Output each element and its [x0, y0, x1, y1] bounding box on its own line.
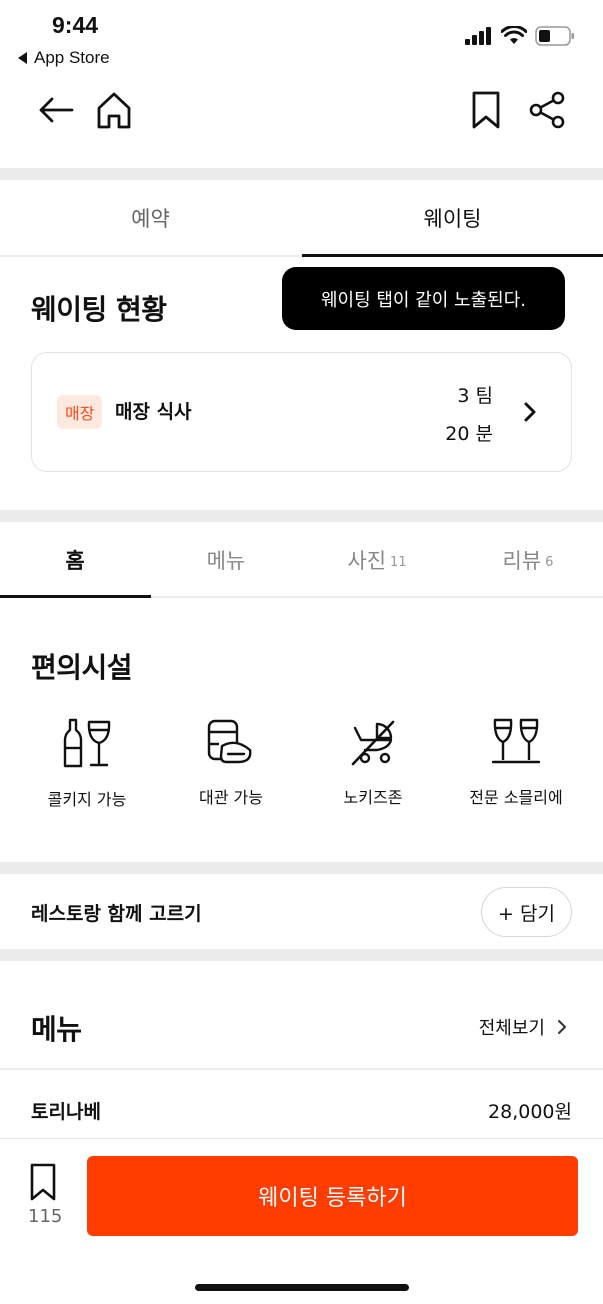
back-triangle-icon [18, 52, 27, 64]
amenity-private-room: 대관 가능 [166, 718, 296, 808]
amenity-no-kids: 노키즈존 [308, 718, 438, 808]
amenity-corkage: 콜키지 가능 [22, 718, 152, 810]
chevron-right-icon [558, 1020, 566, 1034]
compare-restaurants-label: 레스토랑 함께 고르기 [31, 903, 202, 925]
amenity-label: 콜키지 가능 [47, 790, 127, 809]
bottom-bar-border [0, 1138, 603, 1139]
waiting-status-title: 웨이팅 현황 [31, 293, 167, 326]
dine-in-badge: 매장 [57, 395, 103, 429]
home-indicator[interactable] [195, 1284, 409, 1291]
section-divider [0, 168, 603, 180]
signal-icon [465, 27, 491, 45]
subtab-home[interactable]: 홈 [0, 524, 150, 596]
subtab-menu-label: 메뉴 [206, 549, 246, 573]
tab-active-indicator [302, 254, 603, 257]
amenity-label: 대관 가능 [199, 788, 263, 807]
section-divider [0, 510, 603, 522]
bookmark-icon[interactable] [26, 1162, 60, 1202]
waiting-team-count: 3 팀 [457, 385, 493, 407]
subtab-menu[interactable]: 메뉴 [151, 524, 301, 596]
back-to-app-link[interactable]: App Store [18, 48, 110, 68]
home-icon[interactable] [92, 88, 136, 132]
back-arrow-icon[interactable] [36, 90, 76, 130]
menu-title: 메뉴 [31, 1013, 82, 1046]
subtab-active-indicator [0, 595, 151, 598]
status-time: 9:44 [52, 12, 99, 38]
tab-waiting[interactable]: 웨이팅 [302, 180, 603, 256]
private-room-icon [207, 719, 252, 764]
register-waiting-button[interactable]: 웨이팅 등록하기 [87, 1156, 578, 1236]
status-indicators [465, 26, 575, 46]
bookmark-icon[interactable] [466, 88, 506, 132]
see-all-link[interactable]: 전체보기 [479, 1014, 567, 1040]
amenity-label: 노키즈존 [343, 788, 403, 807]
subtab-photos-label: 사진 [347, 549, 387, 573]
amenities-title: 편의시설 [31, 651, 133, 684]
sommelier-icon [491, 718, 541, 764]
menu-item-name: 토리나베 [31, 1101, 101, 1123]
subtab-photos[interactable]: 사진 11 [302, 524, 452, 596]
bookmark-count: 115 [28, 1206, 63, 1227]
see-all-label: 전체보기 [478, 1018, 545, 1039]
wifi-icon [501, 26, 527, 44]
section-divider [0, 949, 603, 961]
share-icon[interactable] [526, 88, 568, 132]
add-compare-button[interactable]: + 담기 [481, 887, 572, 937]
waiting-card[interactable]: 매장 매장 식사 3 팀 20 분 [31, 352, 572, 472]
photo-count: 11 [390, 554, 407, 570]
no-kids-icon [351, 720, 395, 766]
section-divider [0, 862, 603, 874]
subtab-reviews-label: 리뷰 [502, 549, 542, 573]
tooltip: 웨이팅 탭이 같이 노출된다. [282, 267, 565, 330]
back-app-label: App Store [34, 48, 110, 67]
subtab-home-label: 홈 [65, 549, 85, 573]
subtab-reviews[interactable]: 리뷰 6 [453, 524, 603, 596]
review-count: 6 [545, 554, 554, 570]
dine-in-label: 매장 식사 [115, 401, 192, 423]
battery-icon [535, 26, 574, 46]
wine-bottle-glass-icon [63, 718, 111, 768]
menu-divider [0, 1068, 603, 1070]
waiting-time: 20 분 [445, 423, 493, 445]
chevron-right-icon [524, 402, 536, 422]
menu-item-price: 28,000원 [488, 1101, 572, 1123]
amenity-sommelier: 전문 소믈리에 [451, 718, 581, 808]
tab-reservation[interactable]: 예약 [0, 180, 301, 256]
amenity-label: 전문 소믈리에 [469, 788, 563, 807]
